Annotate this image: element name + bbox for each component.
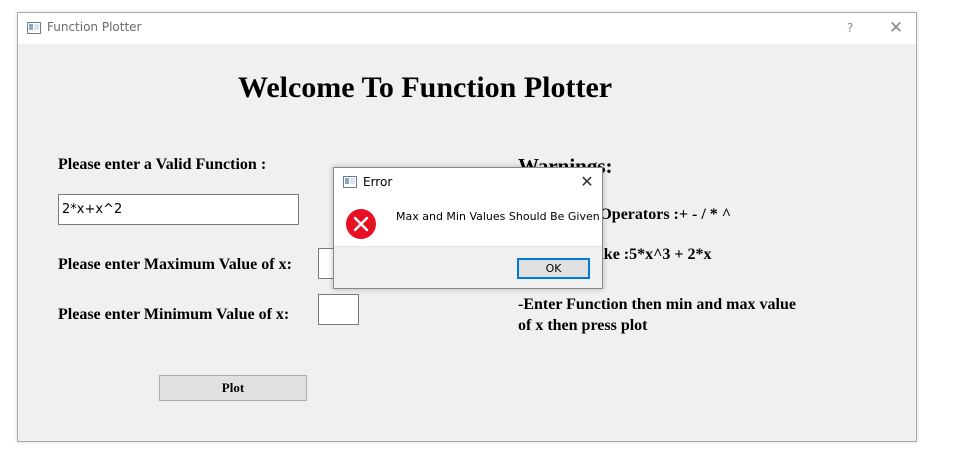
page-heading: Welcome To Function Plotter bbox=[238, 71, 613, 104]
warning-instructions-cont: of x then press plot bbox=[518, 317, 648, 334]
dialog-close-button[interactable]: ✕ bbox=[576, 171, 598, 193]
min-value-label: Please enter Minimum Value of x: bbox=[58, 306, 290, 323]
min-value-input[interactable] bbox=[318, 294, 359, 325]
title-bar: Function Plotter ? ✕ bbox=[18, 13, 916, 44]
function-input[interactable] bbox=[58, 194, 299, 225]
function-label: Please enter a Valid Function : bbox=[58, 156, 267, 173]
ok-button[interactable]: OK bbox=[517, 258, 590, 279]
max-value-label: Please enter Maximum Value of x: bbox=[58, 256, 292, 273]
dialog-body: Max and Min Values Should Be Given bbox=[334, 196, 602, 246]
window-title: Function Plotter bbox=[47, 20, 142, 34]
help-button[interactable]: ? bbox=[840, 19, 860, 37]
plot-button[interactable]: Plot bbox=[159, 375, 307, 401]
app-icon bbox=[27, 22, 41, 34]
warning-instructions: -Enter Function then min and max value bbox=[518, 296, 796, 313]
dialog-title-bar: Error ✕ bbox=[334, 168, 602, 196]
dialog-title: Error bbox=[363, 175, 393, 189]
dialog-footer: OK bbox=[334, 246, 602, 288]
close-button[interactable]: ✕ bbox=[884, 17, 908, 39]
dialog-message: Max and Min Values Should Be Given bbox=[396, 210, 600, 223]
error-icon bbox=[346, 209, 376, 239]
dialog-app-icon bbox=[343, 176, 357, 188]
error-dialog: Error ✕ Max and Min Values Should Be Giv… bbox=[333, 167, 603, 289]
